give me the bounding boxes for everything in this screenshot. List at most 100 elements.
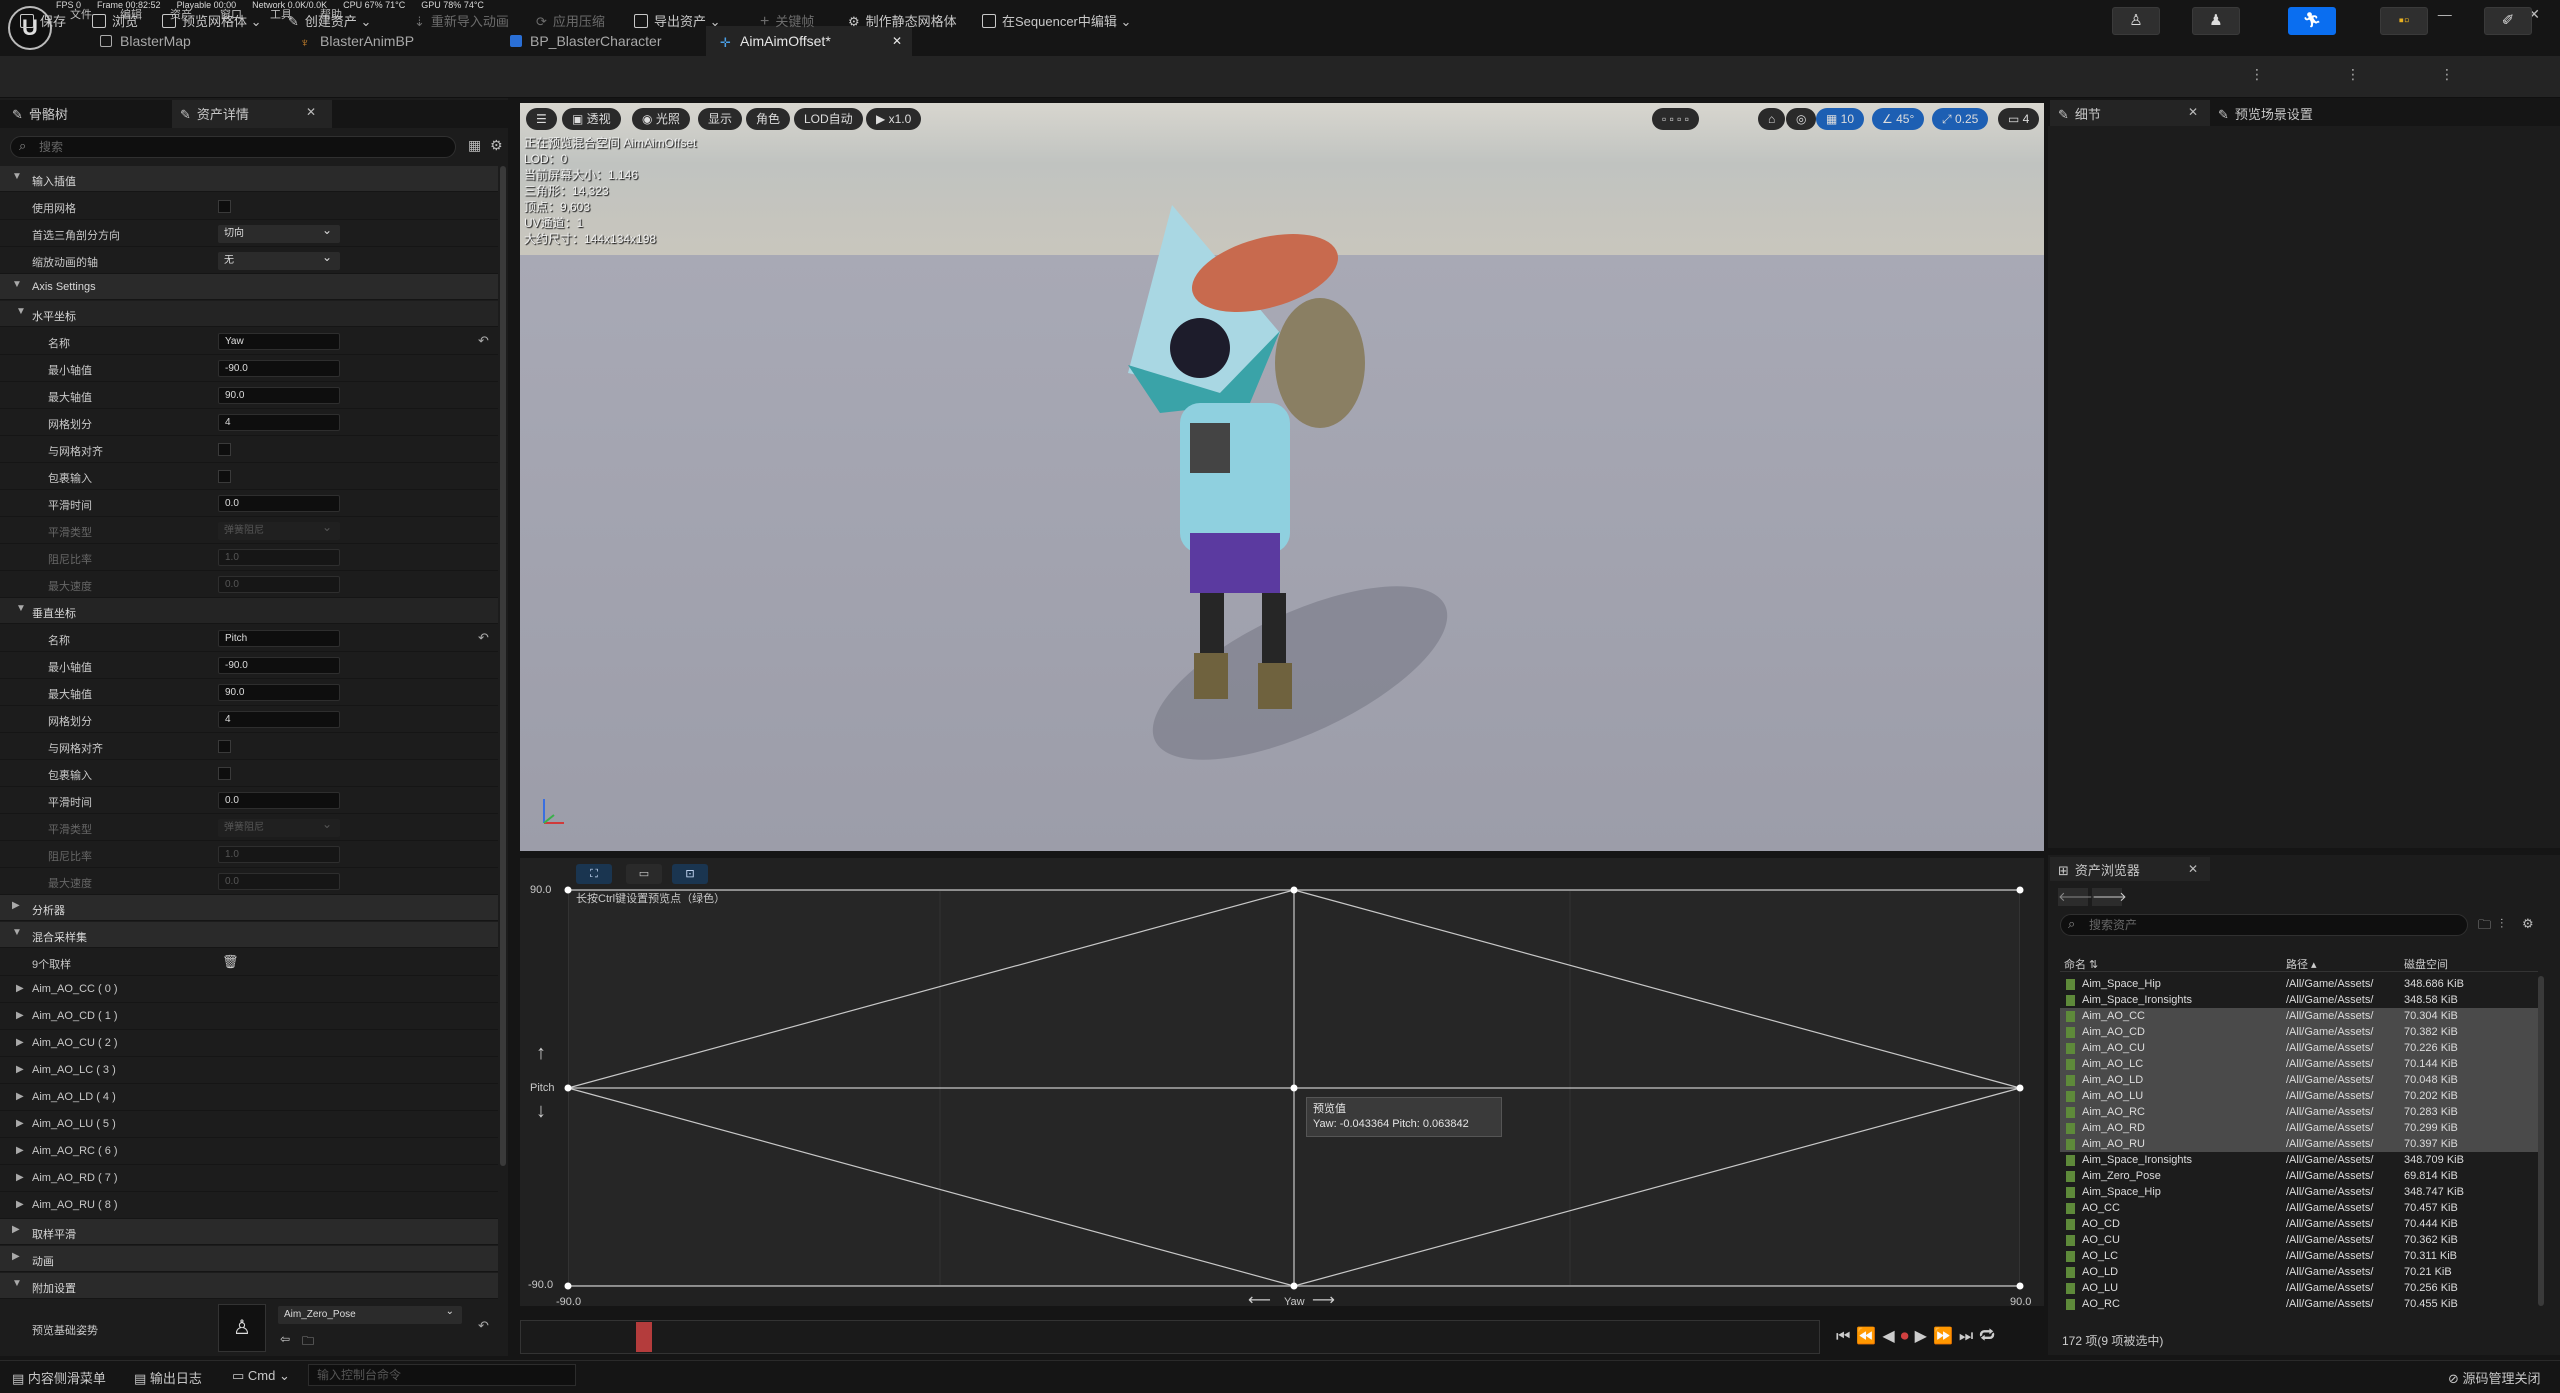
physics-mode-button[interactable]: ✐ xyxy=(2484,7,2532,35)
skeleton-mode-button[interactable]: ♙ xyxy=(2112,7,2160,35)
settings-gear-icon[interactable]: ⚙ xyxy=(490,137,503,154)
more-options-icon[interactable]: ⋮ xyxy=(2440,66,2454,83)
tab-blasteranimbp[interactable]: ♆ BlasterAnimBP xyxy=(286,26,486,56)
asset-row[interactable]: Aim_Space_Hip/All/Game/Assets/348.747 Ki… xyxy=(2060,1184,2538,1200)
asset-row[interactable]: Aim_Space_Ironsights/All/Game/Assets/348… xyxy=(2060,1152,2538,1168)
section-animation[interactable]: ▶ 动画 xyxy=(0,1246,498,1272)
table-view-icon[interactable]: ▦ xyxy=(468,137,481,154)
property-value-input[interactable]: 0.0 xyxy=(218,873,340,890)
asset-row[interactable]: AO_LU/All/Game/Assets/70.256 KiB xyxy=(2060,1280,2538,1296)
surface-snap-icon[interactable]: ⌂ xyxy=(1758,108,1786,130)
play-reverse-icon[interactable]: ◀ xyxy=(1882,1328,1900,1345)
blueprint-mode-button[interactable]: ▪▫ xyxy=(2380,7,2428,35)
asset-row[interactable]: AO_CU/All/Game/Assets/70.362 KiB xyxy=(2060,1232,2538,1248)
tab-details-label[interactable]: ✎ 细节 xyxy=(2058,104,2101,123)
col-size-header[interactable]: 磁盘空间 xyxy=(2404,956,2448,972)
reimport-button[interactable]: ⇣ 重新导入动画 xyxy=(414,11,509,30)
settings-gear-icon[interactable]: ⚙ xyxy=(2522,916,2534,932)
property-checkbox[interactable] xyxy=(218,740,231,753)
asset-row[interactable]: Aim_AO_LU/All/Game/Assets/70.202 KiB xyxy=(2060,1088,2538,1104)
property-dropdown[interactable]: 弹簧阻尼 xyxy=(218,815,340,837)
browse-asset-icon[interactable]: 🗀 xyxy=(302,1332,314,1353)
property-value-input[interactable]: 1.0 xyxy=(218,846,340,863)
property-value-input[interactable]: 0.0 xyxy=(218,495,340,512)
lit-button[interactable]: ◉ 光照 xyxy=(632,108,690,130)
timeline-track[interactable] xyxy=(520,1320,1820,1354)
reset-arrow-icon[interactable]: ↶ xyxy=(478,630,489,646)
property-value-input[interactable]: -90.0 xyxy=(218,657,340,674)
asset-row[interactable]: Aim_AO_RD/All/Game/Assets/70.299 KiB xyxy=(2060,1120,2538,1136)
scale-snap-button[interactable]: ⤢ 0.25 xyxy=(1932,108,1989,130)
preview-viewport[interactable]: 正在预览混合空间 AimAimOffset LOD：0 当前屏幕大小：1.146… xyxy=(520,103,2044,851)
asset-row[interactable]: Aim_Space_Hip/All/Game/Assets/348.686 Ki… xyxy=(2060,976,2538,992)
asset-row[interactable]: Aim_AO_RC/All/Game/Assets/70.283 KiB xyxy=(2060,1104,2538,1120)
filter-icon[interactable]: ⫶ xyxy=(2500,916,2503,932)
sample-row[interactable]: ▶ Aim_AO_RD ( 7 ) xyxy=(0,1165,498,1192)
world-local-icon[interactable]: ◎ xyxy=(1786,108,1817,130)
property-dropdown[interactable]: 无 xyxy=(218,248,340,270)
property-checkbox[interactable] xyxy=(218,200,231,213)
property-checkbox[interactable] xyxy=(218,443,231,456)
more-options-icon[interactable]: ⋮ xyxy=(2250,66,2264,83)
sample-row[interactable]: ▶ Aim_AO_LD ( 4 ) xyxy=(0,1084,498,1111)
tab-asset-browser-label[interactable]: ⊞ 资产浏览器 xyxy=(2058,860,2140,879)
save-button[interactable]: 保存 xyxy=(20,11,66,30)
cmd-dropdown[interactable]: ▭ Cmd ⌄ xyxy=(232,1368,290,1384)
rotation-snap-button[interactable]: ∠ 45° xyxy=(1872,108,1925,130)
section-horizontal[interactable]: ▼ 水平坐标 xyxy=(0,301,498,327)
camera-speed-button[interactable]: ▭ 4 xyxy=(1998,108,2040,130)
property-value-input[interactable]: -90.0 xyxy=(218,360,340,377)
minimize-icon[interactable]: — xyxy=(2438,6,2452,22)
transform-tools[interactable]: ▫ ▫ ▫ ▫ xyxy=(1652,108,1700,130)
timeline-scrubber[interactable] xyxy=(636,1322,652,1352)
perspective-button[interactable]: ▣ 透视 xyxy=(562,108,621,130)
lod-auto-button[interactable]: LOD自动 xyxy=(794,108,863,130)
asset-row[interactable]: Aim_AO_LD/All/Game/Assets/70.048 KiB xyxy=(2060,1072,2538,1088)
tab-bp-blastercharacter[interactable]: BP_BlasterCharacter xyxy=(496,26,706,56)
content-drawer-button[interactable]: ▤ 内容侧滑菜单 xyxy=(12,1368,106,1387)
base-pose-dropdown[interactable]: Aim_Zero_Pose ⌄ xyxy=(278,1306,462,1324)
asset-list-scrollbar[interactable] xyxy=(2538,976,2544,1306)
viewport-menu-button[interactable]: ☰ xyxy=(526,108,557,130)
skip-back-icon[interactable]: ⏮ xyxy=(1836,1328,1856,1345)
section-axis_settings[interactable]: ▼ Axis Settings xyxy=(0,274,498,300)
keyframe-button[interactable]: + 关键帧 xyxy=(760,11,814,31)
asset-row[interactable]: Aim_AO_CC/All/Game/Assets/70.304 KiB xyxy=(2060,1008,2538,1024)
menu-file[interactable]: 文件 xyxy=(70,9,92,21)
property-value-input[interactable]: 1.0 xyxy=(218,549,340,566)
create-asset-button[interactable]: ✎ 创建资产 ⌄ xyxy=(288,11,371,30)
reset-arrow-icon[interactable]: ↶ xyxy=(478,1318,489,1334)
tab-skeleton-tree[interactable]: ✎ 骨骼树 xyxy=(12,104,68,123)
asset-row[interactable]: Aim_AO_LC/All/Game/Assets/70.144 KiB xyxy=(2060,1056,2538,1072)
show-button[interactable]: 显示 xyxy=(698,108,743,130)
asset-search-input[interactable]: 搜索资产 xyxy=(2060,914,2468,936)
play-icon[interactable]: ▶ xyxy=(1915,1328,1933,1345)
asset-row[interactable]: AO_LC/All/Game/Assets/70.311 KiB xyxy=(2060,1248,2538,1264)
sample-row[interactable]: ▶ Aim_AO_CU ( 2 ) xyxy=(0,1030,498,1057)
property-checkbox[interactable] xyxy=(218,470,231,483)
preview-mesh-button[interactable]: 预览网格体 ⌄ xyxy=(162,11,262,30)
property-dropdown[interactable]: 切向 xyxy=(218,221,340,243)
trash-icon[interactable]: 🗑︎ xyxy=(222,954,239,970)
section-analysis[interactable]: ▶ 分析器 xyxy=(0,895,498,921)
reset-arrow-icon[interactable]: ↶ xyxy=(478,333,489,349)
asset-row[interactable]: AO_LD/All/Game/Assets/70.21 KiB xyxy=(2060,1264,2538,1280)
close-tab-icon[interactable]: ✕ xyxy=(2188,105,2198,119)
edit-in-sequencer-button[interactable]: 在Sequencer中编辑 ⌄ xyxy=(982,11,1131,30)
output-log-button[interactable]: ▤ 输出日志 xyxy=(134,1368,202,1387)
tab-preview-scene-settings[interactable]: ✎ 预览场景设置 xyxy=(2218,104,2313,123)
asset-row[interactable]: AO_RC/All/Game/Assets/70.455 KiB xyxy=(2060,1296,2538,1312)
asset-row[interactable]: Aim_AO_CD/All/Game/Assets/70.382 KiB xyxy=(2060,1024,2538,1040)
property-value-input[interactable]: 90.0 xyxy=(218,387,340,404)
character-button[interactable]: 角色 xyxy=(746,108,791,130)
skip-forward-icon[interactable]: ⏭ xyxy=(1959,1328,1979,1345)
section-input_interp[interactable]: ▼ 输入插值 xyxy=(0,166,498,192)
col-path-header[interactable]: 路径 ▴ xyxy=(2286,956,2317,972)
pose-thumbnail[interactable]: ♙ xyxy=(218,1304,266,1352)
asset-row[interactable]: AO_CD/All/Game/Assets/70.444 KiB xyxy=(2060,1216,2538,1232)
property-value-input[interactable]: 0.0 xyxy=(218,792,340,809)
step-forward-icon[interactable]: ⏩ xyxy=(1933,1328,1959,1345)
sample-row[interactable]: ▶ Aim_AO_RC ( 6 ) xyxy=(0,1138,498,1165)
sample-row[interactable]: ▶ Aim_AO_CC ( 0 ) xyxy=(0,976,498,1003)
make-static-mesh-button[interactable]: ⚙ 制作静态网格体 xyxy=(848,11,957,30)
